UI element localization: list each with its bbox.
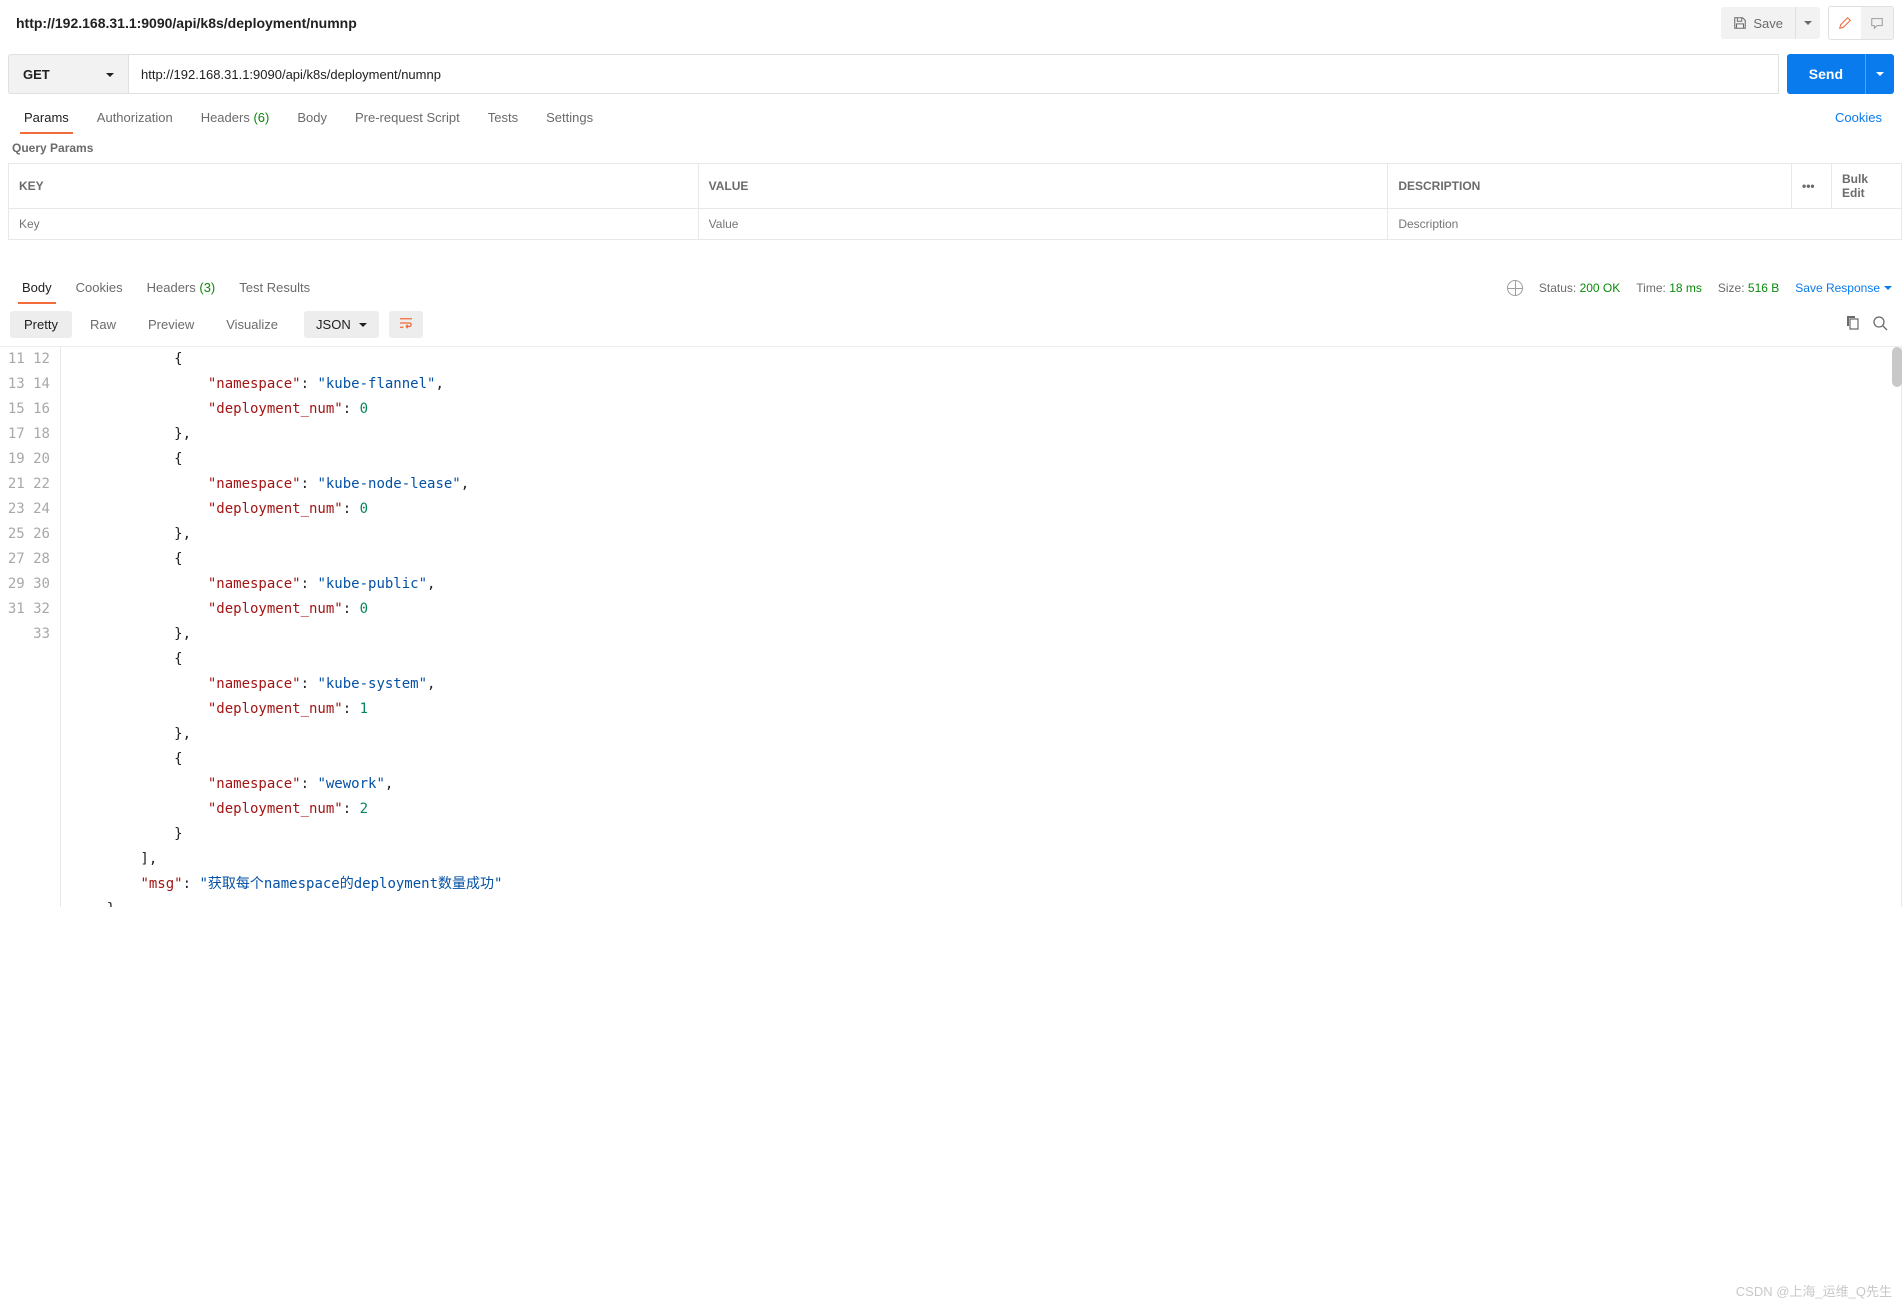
search-icon — [1872, 315, 1888, 331]
save-button-group: Save — [1721, 7, 1820, 39]
send-button[interactable]: Send — [1787, 54, 1865, 94]
view-visualize[interactable]: Visualize — [212, 311, 292, 338]
scrollbar-thumb[interactable] — [1892, 347, 1902, 387]
method-select[interactable]: GET — [8, 54, 128, 94]
save-label: Save — [1753, 16, 1783, 31]
chevron-down-icon — [106, 67, 114, 82]
response-body-viewer[interactable]: 11 12 13 14 15 16 17 18 19 20 21 22 23 2… — [0, 347, 1902, 907]
description-input[interactable] — [1398, 217, 1891, 231]
code-body[interactable]: { "namespace": "kube-flannel", "deployme… — [60, 347, 1902, 907]
request-title: http://192.168.31.1:9090/api/k8s/deploym… — [16, 15, 1721, 31]
chevron-down-icon — [1884, 281, 1892, 295]
tab-settings[interactable]: Settings — [532, 102, 607, 133]
wrap-lines-button[interactable] — [389, 311, 423, 338]
copy-icon — [1844, 315, 1860, 331]
col-key: KEY — [9, 164, 699, 209]
tab-headers[interactable]: Headers (6) — [187, 102, 284, 133]
table-row — [9, 209, 1902, 240]
search-icon-button[interactable] — [1868, 311, 1892, 338]
tab-authorization[interactable]: Authorization — [83, 102, 187, 133]
globe-icon[interactable] — [1507, 280, 1523, 296]
save-dropdown[interactable] — [1795, 7, 1820, 39]
send-dropdown[interactable] — [1865, 54, 1894, 94]
comment-icon-button[interactable] — [1861, 7, 1893, 39]
tab-params[interactable]: Params — [10, 102, 83, 133]
tab-tests[interactable]: Tests — [474, 102, 532, 133]
tab-prerequest[interactable]: Pre-request Script — [341, 102, 474, 133]
bulk-edit-button[interactable]: Bulk Edit — [1832, 164, 1902, 209]
value-input[interactable] — [709, 217, 1378, 231]
view-preview[interactable]: Preview — [134, 311, 208, 338]
view-raw[interactable]: Raw — [76, 311, 130, 338]
time-info: Time: 18 ms — [1636, 281, 1702, 295]
tab-body[interactable]: Body — [283, 102, 341, 133]
col-value: VALUE — [698, 164, 1388, 209]
method-label: GET — [23, 67, 50, 82]
watermark: CSDN @上海_运维_Q先生 — [1736, 1281, 1892, 1300]
save-button[interactable]: Save — [1721, 16, 1795, 31]
key-input[interactable] — [19, 217, 688, 231]
chevron-down-icon — [359, 317, 367, 332]
pencil-icon — [1838, 16, 1852, 30]
comment-icon — [1870, 16, 1884, 30]
wrap-icon — [399, 317, 413, 329]
save-response-button[interactable]: Save Response — [1795, 281, 1892, 295]
query-params-label: Query Params — [0, 133, 1902, 163]
status-info: Status: 200 OK — [1539, 281, 1620, 295]
save-icon — [1733, 16, 1747, 30]
line-numbers: 11 12 13 14 15 16 17 18 19 20 21 22 23 2… — [0, 347, 60, 907]
url-input[interactable] — [128, 54, 1779, 94]
edit-icon-button[interactable] — [1829, 7, 1861, 39]
resp-tab-test-results[interactable]: Test Results — [227, 272, 322, 303]
cookies-link[interactable]: Cookies — [1825, 102, 1892, 133]
size-info: Size: 516 B — [1718, 281, 1779, 295]
resp-tab-cookies[interactable]: Cookies — [64, 272, 135, 303]
view-pretty[interactable]: Pretty — [10, 311, 72, 338]
col-description: DESCRIPTION — [1388, 164, 1792, 209]
resp-tab-headers[interactable]: Headers (3) — [135, 272, 228, 303]
query-params-table: KEY VALUE DESCRIPTION ••• Bulk Edit — [8, 163, 1902, 240]
copy-icon-button[interactable] — [1840, 311, 1864, 338]
resp-tab-body[interactable]: Body — [10, 272, 64, 303]
format-select[interactable]: JSON — [304, 311, 379, 338]
col-more[interactable]: ••• — [1792, 164, 1832, 209]
